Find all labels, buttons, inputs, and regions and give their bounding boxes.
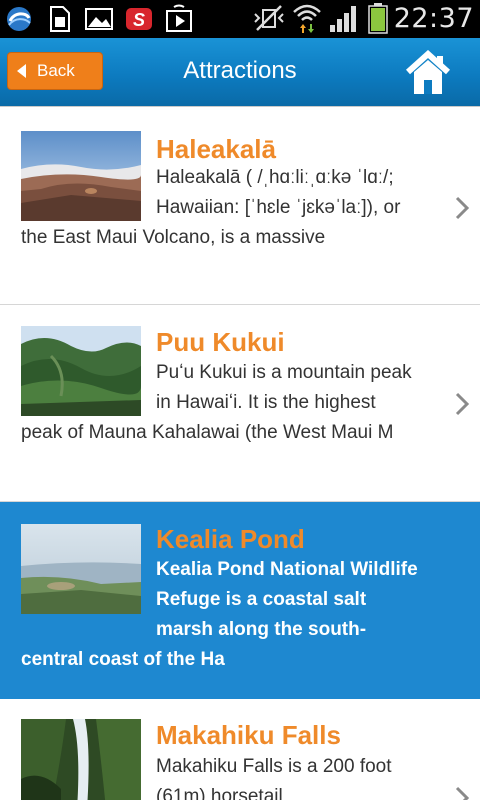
attraction-description: Kealia Pond National Wildlife Refuge is …	[21, 555, 421, 675]
signal-icon	[329, 6, 356, 32]
svg-text:S: S	[133, 10, 145, 30]
status-bar: S 22:37	[0, 0, 480, 38]
attraction-title: Haleakalā	[156, 134, 276, 164]
app-header: Back Attractions	[0, 38, 480, 106]
list-item[interactable]: Makahiku Falls Makahiku Falls is a 200 f…	[0, 699, 480, 800]
thumbnail-spacer	[21, 163, 156, 223]
attraction-description: Puʻu Kukui is a mountain peak in Hawaiʻi…	[21, 358, 421, 448]
play-store-icon	[166, 4, 192, 32]
list-item[interactable]: Puu Kukui Puʻu Kukui is a mountain peak …	[0, 305, 480, 502]
app-logo-icon	[7, 7, 31, 31]
notification-icons: S	[4, 4, 194, 34]
home-icon[interactable]	[404, 50, 452, 96]
battery-icon	[367, 3, 388, 34]
attraction-title: Puu Kukui	[156, 327, 285, 357]
wifi-icon	[292, 4, 321, 33]
thumbnail-spacer	[21, 358, 156, 418]
attraction-title: Kealia Pond	[156, 524, 305, 554]
attraction-title: Makahiku Falls	[156, 720, 341, 750]
list-item-selected[interactable]: Kealia Pond Kealia Pond National Wildlif…	[0, 502, 480, 699]
app-s-icon: S	[126, 8, 152, 30]
system-icons: 22:37	[252, 2, 474, 34]
chevron-right-icon	[455, 392, 470, 416]
gallery-icon	[85, 8, 113, 30]
thumbnail-spacer	[21, 555, 156, 643]
attraction-description-text: Makahiku Falls is a 200 foot (61m) horse…	[156, 756, 392, 800]
vibrate-mute-icon	[253, 5, 284, 31]
list-item[interactable]: Haleakalā Haleakalā ( /ˌhɑːliːˌɑːkə ˈlɑː…	[0, 107, 480, 305]
thumbnail-spacer	[21, 752, 156, 800]
sim-card-icon	[50, 6, 70, 32]
attraction-description: Makahiku Falls is a 200 foot (61m) horse…	[21, 752, 421, 800]
attractions-list: Haleakalā Haleakalā ( /ˌhɑːliːˌɑːkə ˈlɑː…	[0, 106, 480, 800]
attraction-description: Haleakalā ( /ˌhɑːliːˌɑːkə ˈlɑː/; Hawaiia…	[21, 163, 421, 253]
chevron-right-icon	[455, 196, 470, 220]
clock: 22:37	[393, 2, 474, 34]
chevron-right-icon	[455, 786, 470, 800]
